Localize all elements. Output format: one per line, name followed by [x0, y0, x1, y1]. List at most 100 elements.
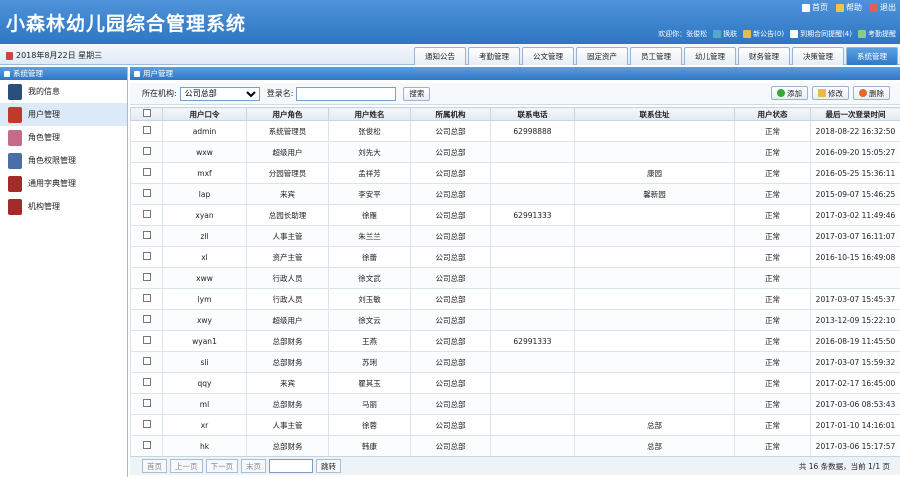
row-checkbox[interactable]	[142, 399, 151, 407]
row-select-cell[interactable]	[130, 162, 163, 184]
tab-3[interactable]: 固定资产	[576, 47, 628, 65]
table-row[interactable]: xyan 总园长助理 徐雁 公司总部 62991333 正常 2017-03-02 11:4…	[130, 204, 900, 226]
table-row[interactable]: admin 系统管理员 张俊松 公司总部 62998888 正常 2018-08-22 16…	[130, 120, 900, 142]
row-select-cell[interactable]	[130, 225, 163, 247]
top-link-1[interactable]: 帮助	[836, 2, 862, 13]
row-select-cell[interactable]	[130, 204, 163, 226]
table-row[interactable]: wxw 超级用户 刘先大 公司总部 正常 2016-09-20 15:05:27	[130, 141, 900, 163]
add-button[interactable]: 添加	[771, 86, 808, 100]
row-select-cell[interactable]	[130, 372, 163, 394]
sidebar-item-2[interactable]: 角色管理	[0, 126, 127, 149]
help-icon	[836, 3, 844, 12]
prev-page-button[interactable]: 上一页	[170, 459, 203, 473]
table-cell: 正常	[734, 162, 811, 184]
tab-0[interactable]: 通知公告	[414, 47, 466, 65]
table-cell: 苏琍	[328, 351, 411, 373]
table-row[interactable]: hk 总部财务 韩康 公司总部 总部 正常 2017-03-06 15:17:57	[130, 435, 900, 457]
row-checkbox[interactable]	[142, 357, 151, 365]
user-link-label: 换肤	[723, 30, 738, 38]
row-checkbox[interactable]	[142, 168, 151, 176]
table-cell: 总部	[574, 435, 735, 457]
table-cell	[490, 372, 575, 394]
row-checkbox[interactable]	[142, 126, 151, 134]
top-link-0[interactable]: 首页	[802, 2, 828, 13]
top-link-2[interactable]: 退出	[870, 2, 896, 13]
row-select-cell[interactable]	[130, 393, 163, 415]
row-select-cell[interactable]	[130, 246, 163, 268]
row-checkbox[interactable]	[142, 336, 151, 344]
tab-7[interactable]: 决策管理	[792, 47, 844, 65]
last-page-button[interactable]: 末页	[241, 459, 266, 473]
tab-6[interactable]: 财务管理	[738, 47, 790, 65]
table-row[interactable]: mxf 分园管理员 孟祥芳 公司总部 康园 正常 2016-05-25 15:36:11	[130, 162, 900, 184]
tab-5[interactable]: 幼儿管理	[684, 47, 736, 65]
login-input[interactable]	[296, 86, 397, 101]
select-all-checkbox[interactable]	[142, 109, 151, 117]
sidebar-item-label: 我的信息	[28, 87, 60, 96]
user-link-1[interactable]: 新公告(0)	[743, 29, 784, 39]
table-cell: 2017-03-07 15:59:32	[810, 351, 900, 373]
row-checkbox[interactable]	[142, 420, 151, 428]
tab-2[interactable]: 公文管理	[522, 47, 574, 65]
edit-button[interactable]: 修改	[812, 86, 849, 100]
sidebar: 系统管理 我的信息 用户管理 角色管理 角色权限管理 通用字典管理 机构管理	[0, 67, 128, 477]
row-select-cell[interactable]	[130, 351, 163, 373]
row-checkbox[interactable]	[142, 378, 151, 386]
table-row[interactable]: lym 行政人员 刘玉敏 公司总部 正常 2017-03-07 15:45:37	[130, 288, 900, 310]
row-select-cell[interactable]	[130, 330, 163, 352]
go-button[interactable]: 跳转	[316, 459, 341, 473]
first-page-button[interactable]: 首页	[142, 459, 167, 473]
table-row[interactable]: zll 人事主管 朱兰兰 公司总部 正常 2017-03-07 16:11:07	[130, 225, 900, 247]
user-link-2[interactable]: 到期合同提醒(4)	[790, 29, 852, 39]
next-page-button[interactable]: 下一页	[205, 459, 238, 473]
select-all-cell[interactable]	[130, 107, 163, 121]
tab-4[interactable]: 员工管理	[630, 47, 682, 65]
delete-button[interactable]: 删除	[853, 86, 890, 100]
search-button[interactable]: 搜索	[403, 86, 431, 101]
row-select-cell[interactable]	[130, 288, 163, 310]
user-link-label: 到期合同提醒(4)	[800, 30, 852, 38]
user-link-label: 新公告(0)	[753, 30, 785, 38]
table-row[interactable]: sli 总部财务 苏琍 公司总部 正常 2017-03-07 15:59:32	[130, 351, 900, 373]
table-row[interactable]: ml 总部财务 马丽 公司总部 正常 2017-03-06 08:53:43	[130, 393, 900, 415]
user-link-3[interactable]: 考勤提醒	[858, 29, 896, 39]
row-select-cell[interactable]	[130, 435, 163, 457]
sidebar-item-3[interactable]: 角色权限管理	[0, 149, 127, 172]
table-cell: 2016-05-25 15:36:11	[810, 162, 900, 184]
table-row[interactable]: xwy 超级用户 徐文云 公司总部 正常 2013-12-09 15:22:10	[130, 309, 900, 331]
sidebar-item-0[interactable]: 我的信息	[0, 80, 127, 103]
tab-1[interactable]: 考勤管理	[468, 47, 520, 65]
row-select-cell[interactable]	[130, 183, 163, 205]
row-checkbox[interactable]	[142, 294, 151, 302]
row-select-cell[interactable]	[130, 414, 163, 436]
table-cell: 王燕	[328, 330, 411, 352]
row-select-cell[interactable]	[130, 120, 163, 142]
column-header: 所属机构	[410, 107, 491, 121]
tab-8[interactable]: 系统管理	[846, 47, 898, 65]
sidebar-item-1[interactable]: 用户管理	[0, 103, 127, 126]
row-select-cell[interactable]	[130, 309, 163, 331]
row-checkbox[interactable]	[142, 231, 151, 239]
sidebar-item-4[interactable]: 通用字典管理	[0, 172, 127, 195]
row-checkbox[interactable]	[142, 441, 151, 449]
user-link-0[interactable]: 换肤	[713, 29, 737, 39]
row-select-cell[interactable]	[130, 267, 163, 289]
table-row[interactable]: xl 资产主管 徐蕾 公司总部 正常 2016-10-15 16:49:08	[130, 246, 900, 268]
table-row[interactable]: xww 行政人员 徐文武 公司总部 正常	[130, 267, 900, 289]
page-number-input[interactable]	[269, 459, 313, 473]
sidebar-item-5[interactable]: 机构管理	[0, 195, 127, 218]
table-row[interactable]: lap 来宾 李安平 公司总部 馨新园 正常 2015-09-07 15:46:25	[130, 183, 900, 205]
row-checkbox[interactable]	[142, 315, 151, 323]
row-checkbox[interactable]	[142, 189, 151, 197]
sidebar-item-label: 用户管理	[28, 110, 60, 119]
row-select-cell[interactable]	[130, 141, 163, 163]
row-checkbox[interactable]	[142, 252, 151, 260]
row-checkbox[interactable]	[142, 273, 151, 281]
table-row[interactable]: qqy 来宾 瞿其玉 公司总部 正常 2017-02-17 16:45:00	[130, 372, 900, 394]
row-checkbox[interactable]	[142, 147, 151, 155]
row-checkbox[interactable]	[142, 210, 151, 218]
table-row[interactable]: wyan1 总部财务 王燕 公司总部 62991333 正常 2016-08-19 11:4…	[130, 330, 900, 352]
table-cell	[574, 246, 735, 268]
table-row[interactable]: xr 人事主管 徐蓉 公司总部 总部 正常 2017-01-10 14:16:01	[130, 414, 900, 436]
org-select[interactable]: 公司总部	[179, 86, 260, 101]
